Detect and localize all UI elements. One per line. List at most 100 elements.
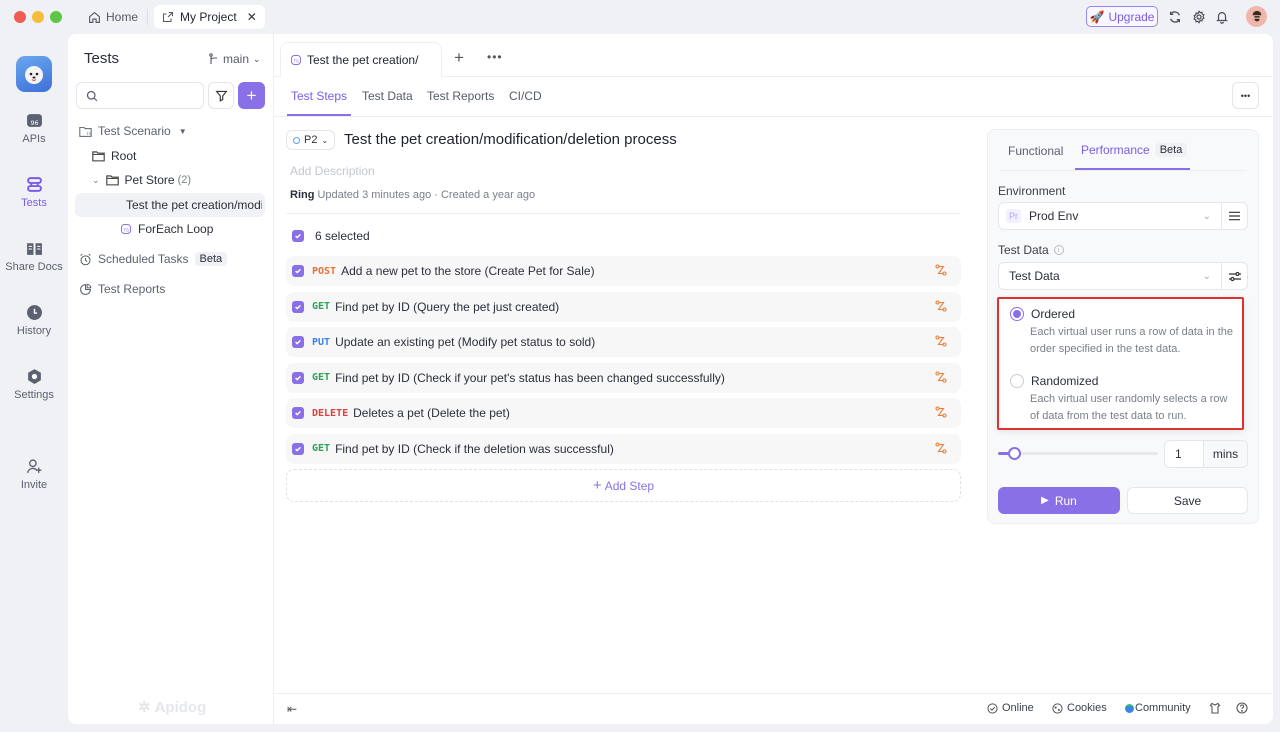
- nav-invite[interactable]: Invite: [0, 458, 68, 491]
- flow-icon[interactable]: [935, 370, 947, 386]
- tree-folder-pet-store[interactable]: ⌄ Pet Store (2): [92, 169, 191, 191]
- community-icon: [1125, 703, 1134, 713]
- add-step-button[interactable]: + Add Step: [286, 469, 961, 502]
- environment-select[interactable]: Pr Prod Env ⌄: [998, 202, 1222, 230]
- play-icon: ▶: [1041, 495, 1049, 506]
- step-checkbox[interactable]: [292, 442, 304, 455]
- test-title[interactable]: Test the pet creation/modification/delet…: [344, 131, 677, 148]
- step-row[interactable]: GET Find pet by ID (Check if the deletion…: [286, 433, 961, 464]
- subtab-ci-cd[interactable]: CI/CD: [509, 89, 542, 103]
- cookies-button[interactable]: Cookies: [1052, 702, 1107, 714]
- nav-apis[interactable]: 96 APIs: [0, 112, 68, 145]
- step-row[interactable]: GET Find pet by ID (Check if your pet's s…: [286, 362, 961, 393]
- svg-text:TS: TS: [86, 131, 91, 136]
- step-row[interactable]: DELETE Deletes a pet (Delete the pet): [286, 398, 961, 428]
- data-order-popover: Ordered Each virtual user runs a row of …: [997, 297, 1244, 430]
- ellipsis-icon: •••: [487, 50, 503, 64]
- step-row[interactable]: PUT Update an existing pet (Modify pet st…: [286, 327, 961, 357]
- online-status[interactable]: Online: [987, 702, 1034, 714]
- user-avatar[interactable]: [1246, 6, 1267, 27]
- test-data-select[interactable]: Test Data ⌄: [998, 262, 1222, 290]
- nav-history[interactable]: History: [0, 304, 68, 337]
- tree-root[interactable]: Root: [92, 145, 136, 167]
- community-link[interactable]: Community: [1125, 702, 1191, 714]
- sync-icon[interactable]: [1167, 9, 1183, 25]
- project-logo[interactable]: [16, 56, 52, 92]
- more-options-button[interactable]: •••: [1232, 82, 1259, 109]
- radio-ordered[interactable]: [1010, 307, 1024, 321]
- step-title: Add a new pet to the store (Create Pet f…: [341, 264, 595, 278]
- help-button[interactable]: [1236, 702, 1248, 714]
- environment-manage-button[interactable]: [1221, 202, 1248, 230]
- duration-input[interactable]: 1: [1164, 440, 1204, 468]
- collapse-sidebar-button[interactable]: ⇤: [287, 702, 297, 716]
- tab-performance[interactable]: Performance Beta: [1081, 143, 1188, 157]
- tree-test-scenario[interactable]: TS Test Scenario ▼: [79, 120, 187, 142]
- doc-tab[interactable]: TS Test the pet creation/modification/de…: [280, 42, 442, 77]
- bell-icon[interactable]: [1214, 9, 1230, 25]
- duration-value: 1: [1175, 447, 1182, 461]
- description-input[interactable]: Add Description: [290, 164, 375, 178]
- slider-handle[interactable]: [1008, 447, 1021, 460]
- step-checkbox[interactable]: [292, 265, 304, 277]
- tab-my-project[interactable]: My Project ✕: [154, 5, 265, 29]
- watermark-text: Apidog: [154, 698, 207, 716]
- tab-my-project-label: My Project: [180, 10, 237, 24]
- test-data-options-button[interactable]: [1221, 262, 1248, 290]
- option-ordered-desc: Each virtual user runs a row of data in …: [1030, 326, 1233, 355]
- radio-randomized[interactable]: [1010, 374, 1024, 388]
- upgrade-button[interactable]: 🚀 Upgrade: [1086, 6, 1158, 27]
- tree-root-label: Root: [111, 149, 137, 163]
- flow-icon[interactable]: [935, 299, 947, 315]
- select-all-row[interactable]: 6 selected: [292, 229, 370, 243]
- gear-icon[interactable]: [1191, 9, 1207, 25]
- add-button[interactable]: +: [238, 82, 265, 109]
- flow-icon[interactable]: [935, 441, 947, 457]
- tree-test-reports[interactable]: Test Reports: [79, 278, 165, 300]
- step-row[interactable]: POST Add a new pet to the store (Create P…: [286, 256, 961, 286]
- search-input[interactable]: [76, 82, 204, 109]
- priority-selector[interactable]: P2 ⌄: [286, 130, 336, 150]
- more-tabs-button[interactable]: •••: [487, 50, 503, 64]
- save-button[interactable]: Save: [1127, 487, 1248, 514]
- flow-icon[interactable]: [935, 264, 947, 279]
- minimize-window-button[interactable]: [32, 11, 44, 23]
- cookies-label: Cookies: [1067, 702, 1107, 714]
- close-tab-icon[interactable]: ✕: [247, 10, 257, 24]
- nav-tests[interactable]: Tests: [0, 176, 68, 209]
- title-bar: Home My Project ✕ 🚀 Upgrade: [0, 0, 1280, 34]
- option-ordered[interactable]: Ordered: [1010, 307, 1075, 321]
- run-button[interactable]: ▶ Run: [998, 487, 1120, 514]
- nav-share-docs[interactable]: Share Docs: [0, 240, 68, 273]
- tree-item-foreach[interactable]: TS ForEach Loop: [120, 218, 213, 240]
- option-ordered-label: Ordered: [1031, 307, 1076, 321]
- flow-icon[interactable]: [935, 406, 947, 421]
- theme-button[interactable]: [1209, 702, 1221, 714]
- step-checkbox[interactable]: [292, 407, 304, 419]
- step-checkbox[interactable]: [292, 300, 304, 313]
- add-step-label: Add Step: [604, 478, 655, 493]
- nav-settings[interactable]: Settings: [0, 368, 68, 401]
- flow-icon[interactable]: [935, 335, 947, 350]
- priority-dot-icon: [293, 136, 300, 144]
- tab-divider: [147, 9, 148, 25]
- duration-slider[interactable]: [998, 447, 1158, 460]
- tab-functional[interactable]: Functional: [1008, 144, 1063, 158]
- info-icon[interactable]: i: [1053, 245, 1064, 255]
- maximize-window-button[interactable]: [50, 11, 62, 23]
- option-randomized[interactable]: Randomized: [1010, 374, 1098, 388]
- subtab-test-data[interactable]: Test Data: [362, 89, 413, 103]
- subtab-test-reports[interactable]: Test Reports: [427, 89, 494, 103]
- branch-selector[interactable]: main ⌄: [209, 52, 261, 66]
- tree-scheduled-tasks[interactable]: Scheduled Tasks Beta: [79, 248, 228, 270]
- new-tab-button[interactable]: +: [454, 48, 464, 68]
- subtab-test-steps[interactable]: Test Steps: [291, 89, 347, 103]
- filter-button[interactable]: [208, 82, 234, 109]
- step-checkbox[interactable]: [292, 371, 304, 384]
- tab-home[interactable]: Home: [88, 6, 138, 28]
- tree-item-test-pet[interactable]: TS Test the pet creation/modification/de…: [120, 194, 262, 216]
- close-window-button[interactable]: [14, 11, 26, 23]
- step-checkbox[interactable]: [292, 336, 304, 348]
- step-row[interactable]: GET Find pet by ID (Query the pet just cr…: [286, 291, 961, 322]
- select-all-checkbox[interactable]: [292, 230, 304, 242]
